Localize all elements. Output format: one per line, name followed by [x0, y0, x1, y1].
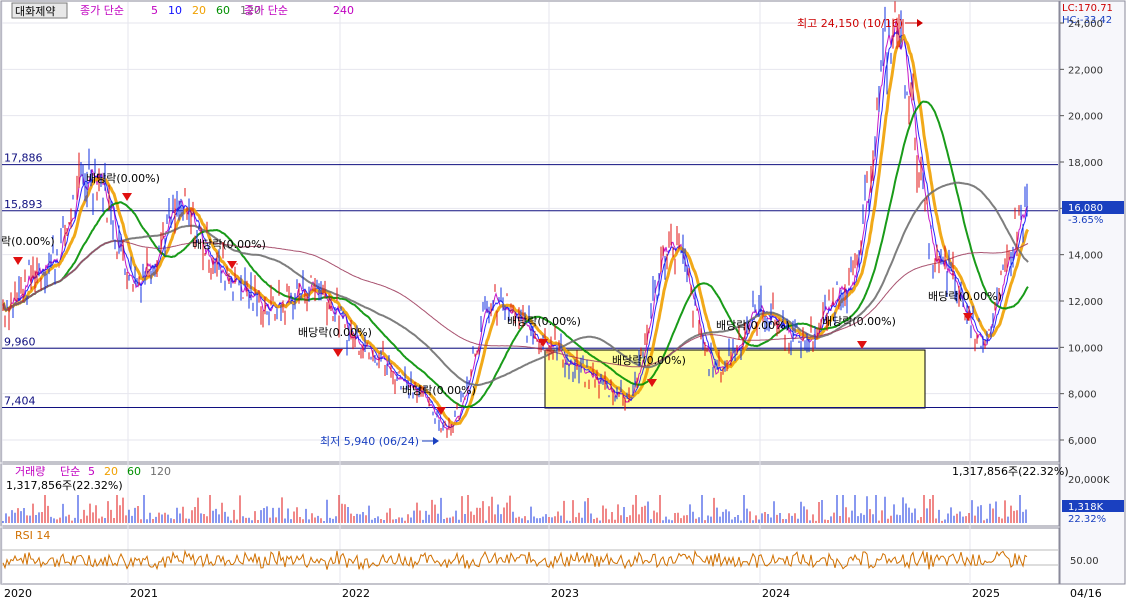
dividend-label: 배당락(0.00%): [716, 319, 790, 332]
price-tick-label: 24,000: [1068, 19, 1103, 30]
volume-legend-label: 거래량: [15, 465, 45, 478]
price-tick-label: 12,000: [1068, 297, 1103, 308]
x-axis-label: 2023: [551, 587, 579, 600]
ma-legend-item: 5: [151, 4, 158, 17]
dividend-label: 배당락(0.00%): [928, 290, 1002, 303]
low-annotation: 최저 5,940 (06/24): [320, 435, 419, 448]
x-axis-labels: 2020 2021 2022 2023 2024 2025: [4, 587, 1000, 600]
x-axis-label: 2020: [4, 587, 32, 600]
volume-axis-tick: 20,000K: [1068, 475, 1110, 486]
volume-current: 1,318K: [1068, 502, 1104, 513]
rsi-legend: RSI 14: [15, 529, 50, 542]
price-ma-legend-prefix: 종가 단순: [80, 4, 124, 17]
x-axis-label: 2021: [130, 587, 158, 600]
current-price: 16,080: [1068, 203, 1103, 214]
price-tick-label: 6,000: [1068, 436, 1097, 447]
extra-ma-legend-period: 240: [333, 4, 354, 17]
dividend-label: 배당락(0.00%): [612, 354, 686, 367]
level-label: 17,886: [4, 152, 43, 165]
price-tick-label: 22,000: [1068, 65, 1103, 76]
volume-ma-legend-item: 20: [104, 465, 118, 478]
rsi-axis-tick: 50.00: [1070, 556, 1099, 567]
dividend-label: 락(0.00%): [1, 235, 55, 248]
volume-left-value: 1,317,856주(22.32%): [6, 479, 123, 492]
dividend-label: 배당락(0.00%): [298, 326, 372, 339]
dividend-label: 배당락(0.00%): [507, 315, 581, 328]
extra-ma-legend-label: 종가 단순: [244, 4, 288, 17]
right-axis: [1059, 0, 1126, 585]
dividend-label: 배당락(0.00%): [86, 172, 160, 185]
stock-chart: 대화제약 종가 단순 5 10 20 60 120 종가 단순 240 LC:170.7…: [0, 0, 1126, 600]
x-axis-label: 2025: [972, 587, 1000, 600]
dividend-label: 배당락(0.00%): [402, 384, 476, 397]
volume-legend-prefix: 단순: [60, 465, 80, 478]
dividend-label: 배당락(0.00%): [822, 315, 896, 328]
x-axis-right-label: 04/16: [1070, 587, 1102, 600]
level-label: 7,404: [4, 394, 36, 407]
price-tick-label: 14,000: [1068, 251, 1103, 262]
high-annotation: 최고 24,150 (10/16): [797, 17, 903, 30]
level-label: 9,960: [4, 335, 36, 348]
volume-ma-legend-item: 5: [88, 465, 95, 478]
price-tick-label: 20,000: [1068, 112, 1103, 123]
x-axis-label: 2024: [762, 587, 790, 600]
volume-right-value: 1,317,856주(22.32%): [952, 465, 1069, 478]
volume-current-pct: 22.32%: [1068, 514, 1106, 525]
x-axis-label: 2022: [342, 587, 370, 600]
dividend-label: 배당락(0.00%): [192, 238, 266, 251]
price-tick-label: 10,000: [1068, 343, 1103, 354]
lc-readout: LC:170.71: [1062, 3, 1113, 14]
stock-name: 대화제약: [15, 4, 55, 18]
ma-legend-item: 60: [216, 4, 230, 17]
volume-ma-legend-item: 120: [150, 465, 171, 478]
volume-ma-legend-item: 60: [127, 465, 141, 478]
price-tick-label: 8,000: [1068, 390, 1097, 401]
current-change: -3.65%: [1068, 215, 1103, 226]
level-label: 15,893: [4, 198, 43, 211]
price-tick-label: 18,000: [1068, 158, 1103, 169]
ma-legend-item: 20: [192, 4, 206, 17]
ma-legend-item: 10: [168, 4, 182, 17]
